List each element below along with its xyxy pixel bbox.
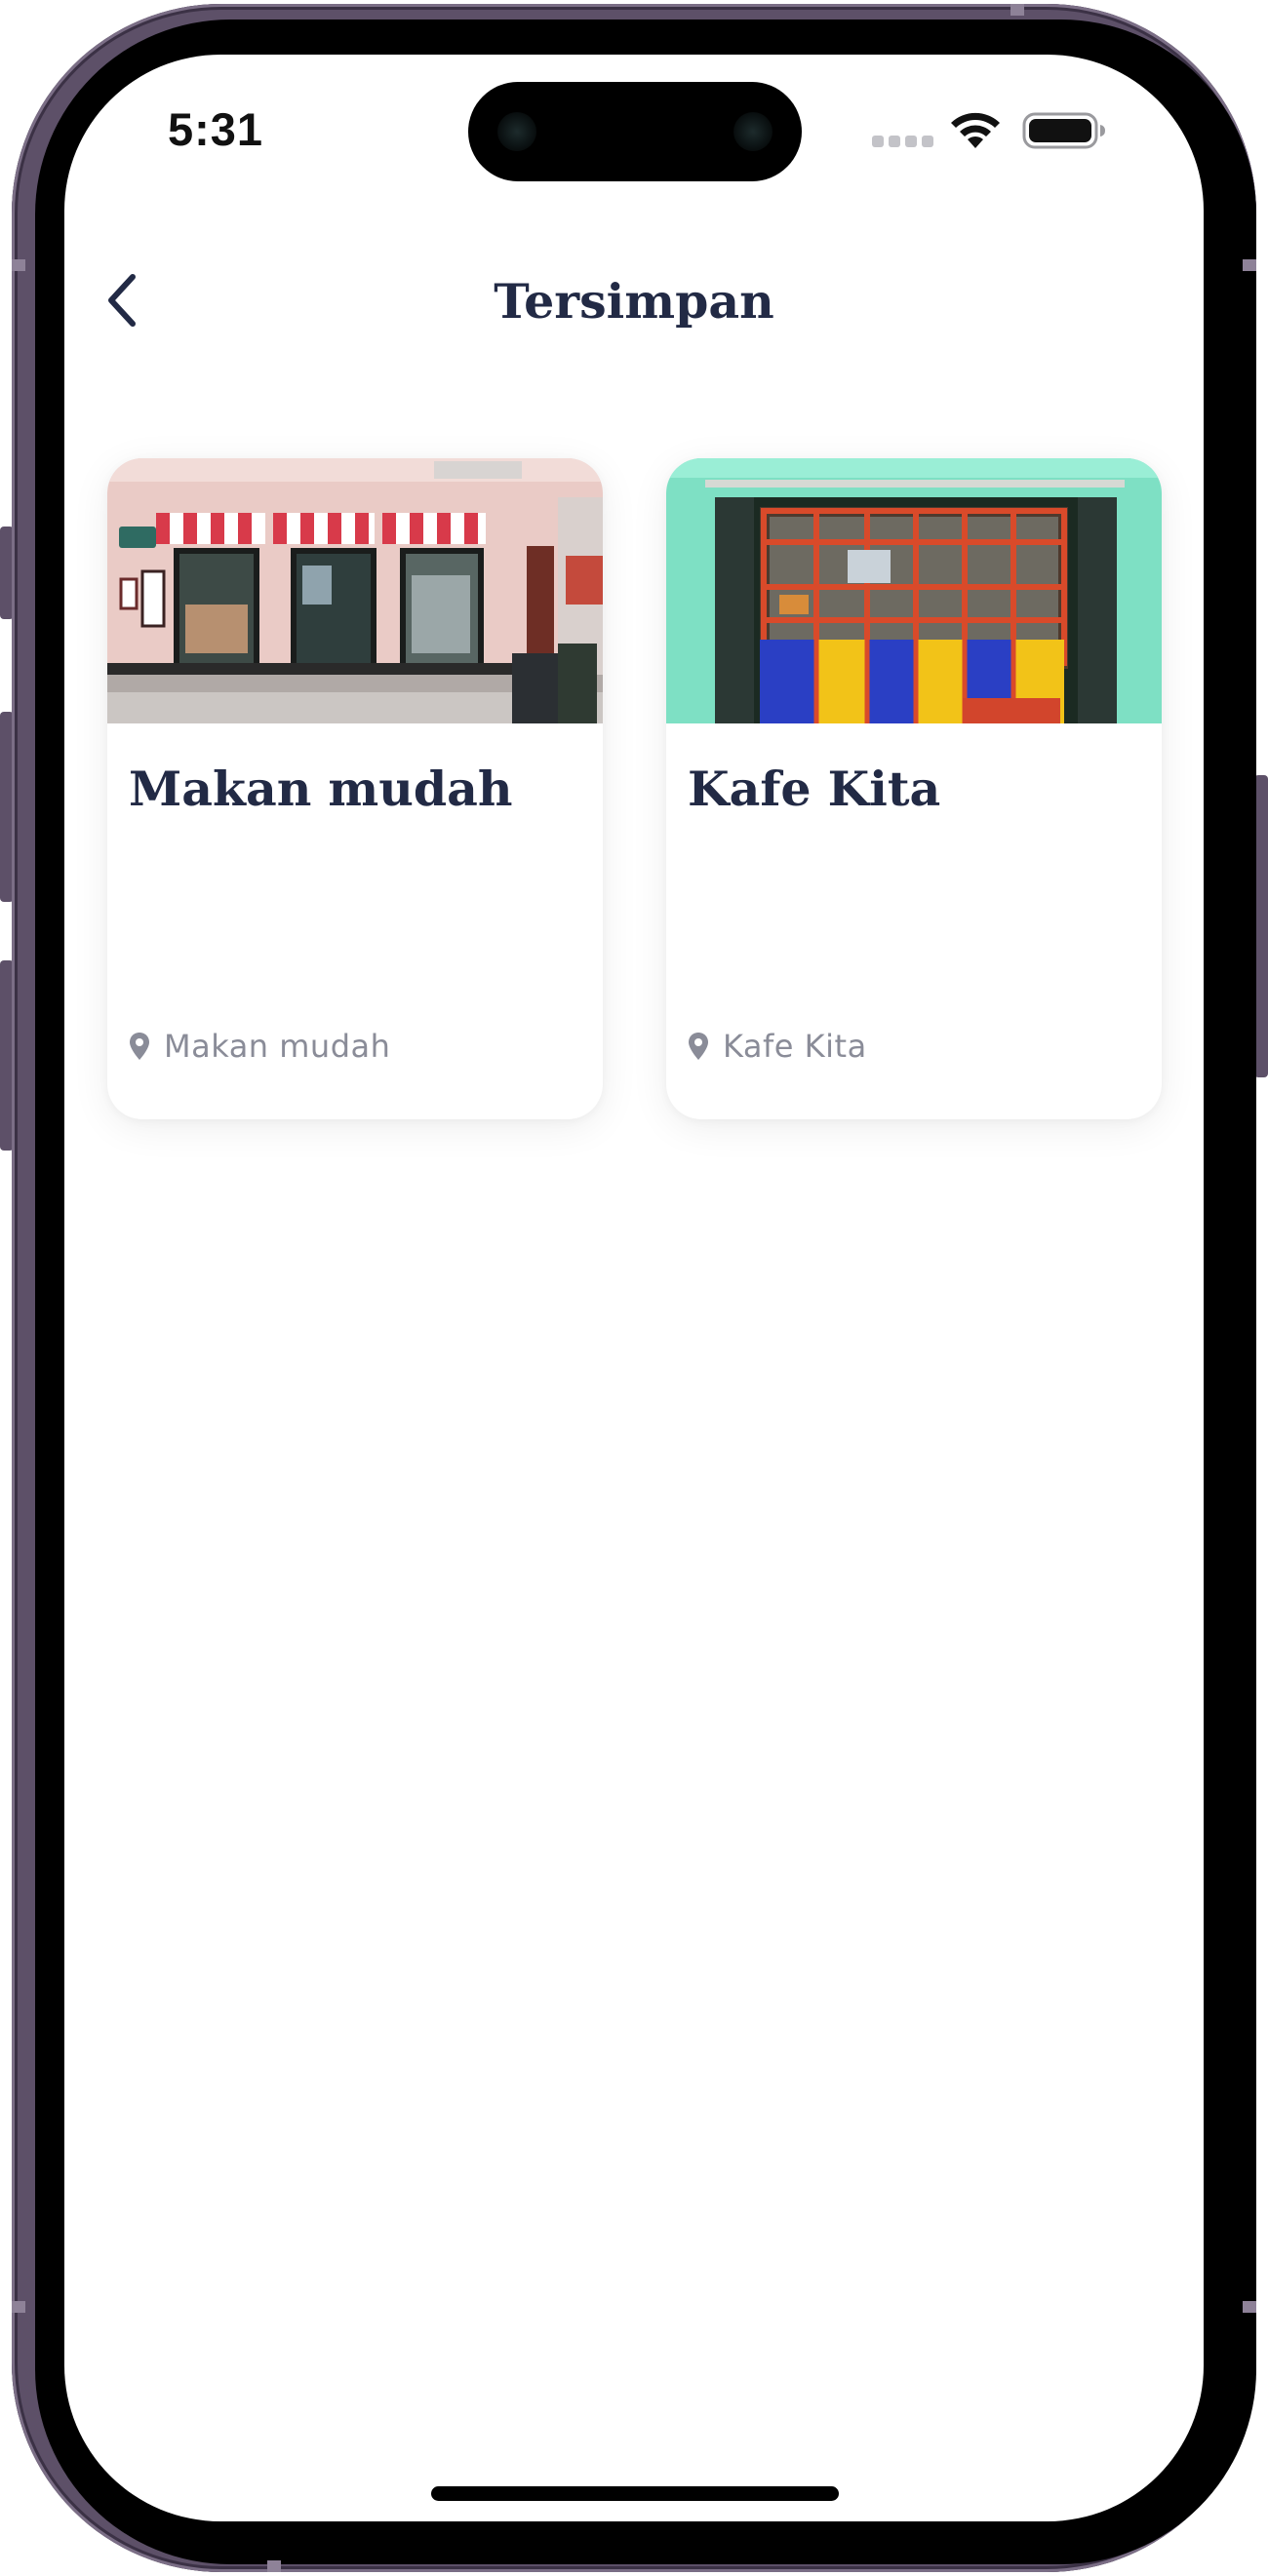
cellular-signal-icon	[872, 136, 934, 147]
battery-icon	[1022, 112, 1105, 149]
storefront-image	[107, 458, 603, 723]
antenna-band	[12, 2301, 25, 2313]
status-time: 5:31	[168, 103, 264, 155]
antenna-band	[1010, 4, 1024, 16]
chevron-left-icon	[108, 274, 136, 327]
dynamic-island	[468, 82, 802, 181]
card-title: Makan mudah	[129, 761, 513, 817]
page-title: Tersimpan	[494, 273, 774, 330]
saved-place-card[interactable]: Kafe Kita Kafe Kita	[666, 458, 1162, 1119]
card-location: Makan mudah	[129, 1027, 390, 1066]
saved-place-card[interactable]: Makan mudah Makan mudah	[107, 458, 603, 1119]
antenna-band	[12, 259, 25, 271]
location-pin-icon	[130, 1033, 149, 1060]
sensor-icon	[497, 112, 536, 151]
antenna-band	[267, 2560, 281, 2572]
card-location: Kafe Kita	[688, 1027, 867, 1066]
home-indicator[interactable]	[431, 2486, 839, 2501]
back-button[interactable]	[94, 261, 152, 339]
location-pin-icon	[689, 1033, 708, 1060]
kiosk-image	[666, 458, 1162, 723]
power-button	[1254, 775, 1268, 1077]
card-location-text: Makan mudah	[164, 1028, 391, 1065]
app-screen	[64, 55, 1204, 2521]
camera-icon	[733, 112, 773, 151]
awning	[156, 513, 486, 544]
antenna-band	[1243, 2301, 1256, 2313]
card-title: Kafe Kita	[688, 761, 941, 817]
wifi-icon	[951, 112, 1000, 148]
antenna-band	[1243, 259, 1256, 271]
card-location-text: Kafe Kita	[723, 1028, 867, 1065]
